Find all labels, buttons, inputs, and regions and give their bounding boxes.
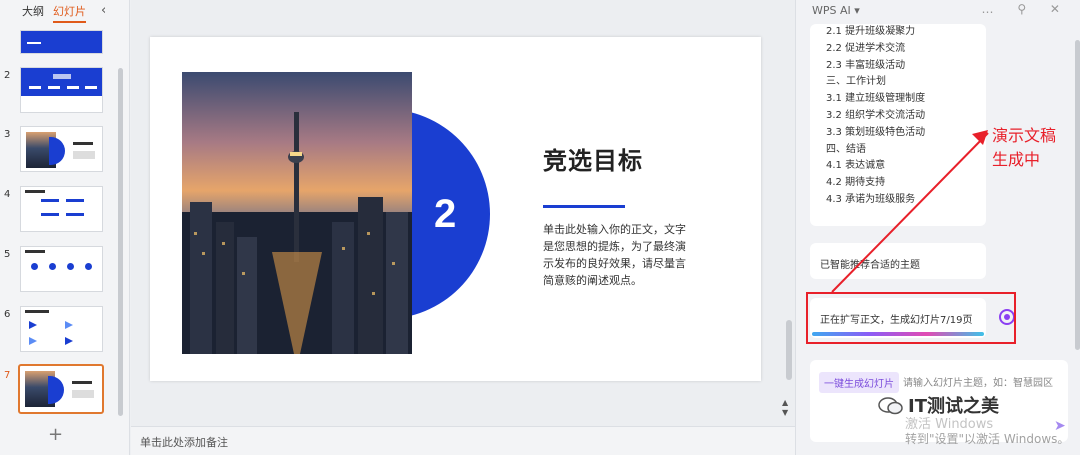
editor-area: 2 竞选目标 单击此处输入你的正文，文字是您思想的提炼，为了最终演示发布的良好效…	[131, 0, 795, 455]
outline-item: 3.1 建立班级管理制度	[826, 93, 926, 105]
city-photo	[182, 72, 412, 354]
outline-item: 4.3 承诺为班级服务	[826, 193, 916, 205]
slide-number: 4	[4, 189, 11, 200]
outline-item: 3.3 策划班级特色活动	[826, 126, 926, 138]
slide-thumb-6[interactable]: 6	[0, 306, 118, 358]
slide-thumb-image	[20, 186, 103, 232]
outline-item: 四、结语	[826, 143, 866, 155]
slide-number: 7	[4, 370, 11, 381]
wechat-icon	[878, 397, 903, 415]
outline-item: 3.2 组织学术交流活动	[826, 109, 926, 121]
notes-area[interactable]: 单击此处添加备注	[131, 426, 795, 455]
slide-number: 6	[4, 309, 11, 320]
highlight-box	[806, 292, 1016, 344]
slides-scrollbar[interactable]	[118, 68, 123, 416]
notes-placeholder: 单击此处添加备注	[140, 436, 228, 449]
slide-number: 2	[4, 70, 11, 81]
outline-item: 三、工作计划	[826, 76, 886, 88]
slide-thumb-image	[20, 126, 103, 172]
outline-item: 2.1 提升班级凝聚力	[826, 26, 916, 37]
tab-slides[interactable]: 幻灯片	[53, 3, 86, 23]
next-slide-icon[interactable]: ▼	[782, 408, 788, 417]
editor-scrollbar[interactable]	[786, 320, 792, 380]
slide-thumb-5[interactable]: 5	[0, 246, 118, 298]
generate-slides-chip[interactable]: 一键生成幻灯片	[819, 372, 899, 393]
windows-watermark-sub: 转到"设置"以激活 Windows。	[905, 432, 1070, 446]
ai-panel-title[interactable]: WPS AI ▾	[812, 4, 860, 17]
slide-thumb-image	[20, 67, 103, 113]
annotation-line: 生成中	[992, 150, 1041, 169]
ai-panel: WPS AI ▾ … ⚲ ✕ 2.1 提升班级凝聚力 2.2 促进学术交流 2.…	[795, 0, 1080, 455]
outline-item: 2.2 促进学术交流	[826, 42, 906, 54]
annotation-text: 演示文稿 生成中	[992, 124, 1056, 172]
slide-thumb-3[interactable]: 3	[0, 126, 118, 178]
theme-message-text: 已智能推荐合适的主题	[820, 260, 920, 271]
theme-message: 已智能推荐合适的主题	[810, 243, 986, 279]
title-underline	[543, 205, 625, 208]
add-slide-button[interactable]: +	[48, 424, 63, 445]
slide-thumb-4[interactable]: 4	[0, 186, 118, 238]
slide-number: 5	[4, 249, 11, 260]
tab-outline[interactable]: 大纲	[22, 3, 44, 21]
slide-title[interactable]: 竞选目标	[543, 141, 643, 176]
outline-item: 2.3 丰富班级活动	[826, 59, 906, 71]
slides-panel: 大纲 幻灯片 ‹ 2 3 4 5 6 7 +	[0, 0, 130, 455]
slide-body-text[interactable]: 单击此处输入你的正文，文字是您思想的提炼，为了最终演示发布的良好效果，请尽量言简…	[543, 221, 693, 289]
slide-thumb-image	[20, 30, 103, 54]
slide-thumb-image	[20, 306, 103, 352]
annotation-line: 演示文稿	[992, 126, 1057, 145]
slide-thumb-image	[18, 364, 104, 414]
ai-panel-scrollbar[interactable]	[1075, 40, 1080, 350]
outline-item: 4.1 表达诚意	[826, 160, 886, 172]
slide-thumb-2[interactable]: 2	[0, 67, 118, 119]
slide-thumb-7[interactable]: 7	[0, 364, 118, 419]
slide-canvas[interactable]: 2 竞选目标 单击此处输入你的正文，文字是您思想的提炼，为了最终演示发布的良好效…	[150, 37, 761, 381]
slide-thumb-image	[20, 246, 103, 292]
slide-number: 3	[4, 129, 11, 140]
collapse-panel-icon[interactable]: ‹	[101, 3, 106, 18]
panel-window-icons[interactable]: … ⚲ ✕	[982, 2, 1070, 16]
outline-card: 2.1 提升班级凝聚力 2.2 促进学术交流 2.3 丰富班级活动 三、工作计划…	[810, 24, 986, 226]
prev-slide-icon[interactable]: ▲	[782, 398, 788, 407]
slide-thumb-1[interactable]	[0, 30, 118, 56]
outline-item: 4.2 期待支持	[826, 177, 886, 189]
panel-tabs: 大纲 幻灯片 ‹	[0, 3, 130, 25]
wechat-account-name: IT测试之美	[908, 396, 999, 417]
section-number: 2	[434, 192, 457, 236]
